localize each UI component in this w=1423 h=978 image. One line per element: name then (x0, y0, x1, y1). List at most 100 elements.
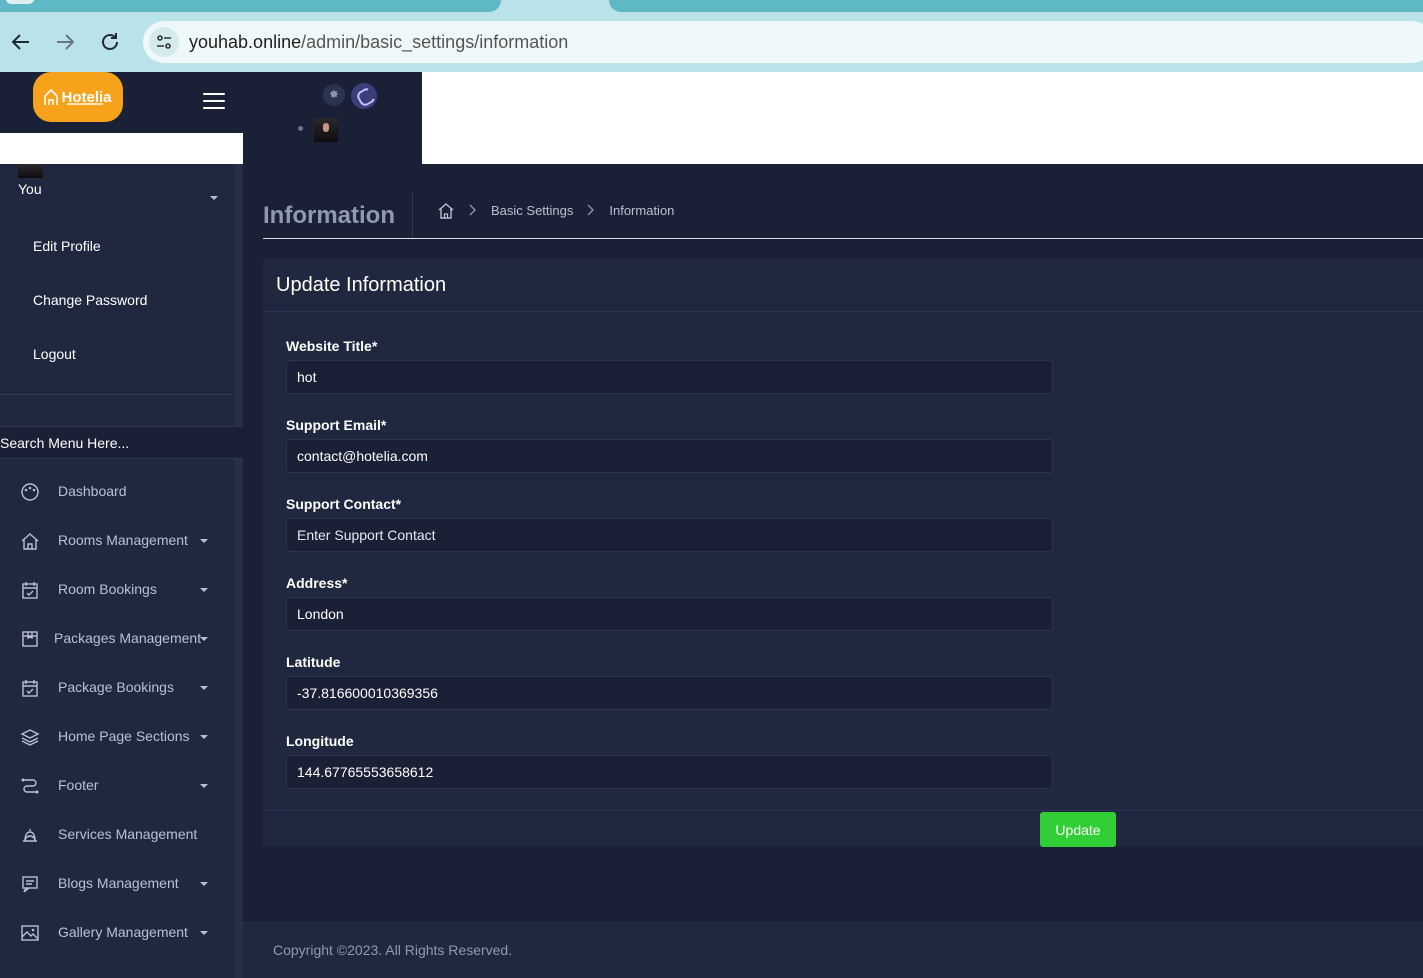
address-input[interactable] (286, 597, 1053, 631)
sidebar-scrollbar[interactable] (235, 164, 243, 978)
sidebar-item-label: Services Management (58, 826, 198, 842)
browser-tabstrip (0, 0, 1423, 20)
chevron-down-icon (200, 637, 208, 641)
sidebar-item-label: Packages Management (54, 630, 202, 646)
sidebar-item-label: Footer (58, 777, 99, 793)
sidebar-divider (0, 394, 232, 395)
header-right (422, 72, 1423, 164)
chevron-down-icon (200, 686, 208, 690)
update-button[interactable]: Update (1040, 812, 1116, 847)
sidebar-item-label: Home Page Sections (58, 728, 190, 744)
longitude-label: Longitude (286, 733, 354, 749)
site-settings-icon[interactable] (149, 27, 179, 57)
tab-pin (6, 0, 34, 4)
support-email-label: Support Email* (286, 417, 387, 433)
calendar-check-icon (22, 680, 38, 697)
hamburger-menu-icon[interactable] (203, 93, 225, 111)
longitude-input[interactable] (286, 755, 1053, 789)
hotel-logo-icon (44, 88, 59, 105)
support-email-input[interactable] (286, 439, 1053, 473)
home-icon (21, 533, 39, 550)
header-controls: ✵ (243, 72, 422, 144)
sidebar-item-label: Room Bookings (58, 581, 157, 597)
chevron-down-icon (200, 588, 208, 592)
sidebar-item-package-bookings[interactable]: Package Bookings (0, 668, 232, 708)
card-header: Update Information (263, 259, 1423, 312)
sidebar-item-label: Rooms Management (58, 532, 188, 548)
chevron-down-icon (200, 931, 208, 935)
url-text: youhab.online/admin/basic_settings/infor… (189, 32, 568, 53)
support-contact-label: Support Contact* (286, 496, 402, 512)
title-divider (412, 192, 413, 238)
sidebar-item-blogs-management[interactable]: Blogs Management (0, 864, 232, 904)
route-icon (21, 778, 39, 794)
sidebar-item-rooms-management[interactable]: Rooms Management (0, 521, 232, 561)
back-arrow-icon[interactable] (9, 30, 33, 54)
url-domain: youhab.online (189, 32, 302, 52)
browser-toolbar: youhab.online/admin/basic_settings/infor… (0, 20, 1423, 72)
sidebar-item-label: Gallery Management (58, 924, 188, 940)
sidebar-item-gallery-management[interactable]: Gallery Management (0, 913, 232, 953)
card-title: Update Information (276, 274, 447, 296)
user-menu-caret-icon[interactable] (210, 196, 218, 200)
url-path: /admin/basic_settings/information (301, 32, 569, 52)
card-footer-divider (263, 810, 1423, 811)
sidebar: You Edit Profile Change Password Logout … (0, 164, 243, 978)
breadcrumb-information: Information (609, 203, 675, 218)
calendar-check-icon (22, 582, 38, 599)
sidebar-item-dashboard[interactable]: Dashboard (0, 472, 232, 512)
breadcrumb-basic-settings[interactable]: Basic Settings (491, 203, 573, 218)
support-contact-input[interactable] (286, 518, 1053, 552)
sidebar-item-services-management[interactable]: Services Management (0, 815, 232, 855)
forward-arrow-icon[interactable] (53, 30, 77, 54)
chevron-down-icon (200, 735, 208, 739)
header-white-strip (0, 133, 243, 164)
moon-icon[interactable] (351, 83, 377, 109)
logo[interactable]: Hotelia (33, 72, 123, 122)
main-content: Information Basic Settings Information U… (243, 164, 1423, 978)
sidebar-item-room-bookings[interactable]: Room Bookings (0, 570, 232, 610)
latitude-input[interactable] (286, 676, 1053, 710)
reload-icon[interactable] (98, 30, 122, 54)
breadcrumb: Basic Settings Information (437, 202, 674, 219)
sidebar-item-label: Blogs Management (58, 875, 179, 891)
user-name[interactable]: You (18, 181, 42, 197)
page-title: Information (263, 202, 395, 229)
website-title-input[interactable] (286, 360, 1053, 394)
copyright-text: Copyright ©2023. All Rights Reserved. (273, 942, 513, 958)
update-information-card: Update Information Website Title* Suppor… (263, 259, 1423, 847)
sidebar-item-label: Package Bookings (58, 679, 174, 695)
website-title-label: Website Title* (286, 338, 378, 354)
address-label: Address* (286, 575, 348, 591)
chevron-down-icon (200, 539, 208, 543)
image-icon (21, 925, 39, 941)
package-icon (22, 631, 38, 647)
logo-tagline (67, 103, 103, 105)
sidebar-item-footer[interactable]: Footer (0, 766, 232, 806)
change-password-link[interactable]: Change Password (33, 292, 147, 308)
sidebar-item-label: Dashboard (58, 483, 127, 499)
browser-tab[interactable] (0, 0, 501, 12)
bell-icon (23, 829, 37, 842)
sun-icon[interactable]: ✵ (323, 84, 345, 106)
blog-icon (22, 876, 38, 893)
sidebar-item-home-page-sections[interactable]: Home Page Sections (0, 717, 232, 757)
menu-search-input[interactable] (0, 427, 243, 458)
address-bar[interactable]: youhab.online/admin/basic_settings/infor… (143, 21, 1423, 63)
chevron-down-icon (200, 882, 208, 886)
title-underline (263, 238, 1423, 239)
palette-icon (21, 483, 39, 501)
avatar[interactable] (314, 118, 338, 142)
chevron-right-icon (587, 203, 595, 219)
edit-profile-link[interactable]: Edit Profile (33, 238, 101, 254)
sidebar-item-packages-management[interactable]: Packages Management (0, 619, 232, 659)
browser-tab[interactable] (609, 0, 1423, 12)
chevron-right-icon (469, 203, 477, 219)
latitude-label: Latitude (286, 654, 341, 670)
logout-link[interactable]: Logout (33, 346, 76, 362)
status-dot (298, 126, 303, 131)
page-footer: Copyright ©2023. All Rights Reserved. (243, 922, 1423, 978)
user-avatar[interactable] (18, 164, 43, 178)
home-icon[interactable] (437, 202, 455, 219)
sidebar-search (0, 426, 243, 459)
